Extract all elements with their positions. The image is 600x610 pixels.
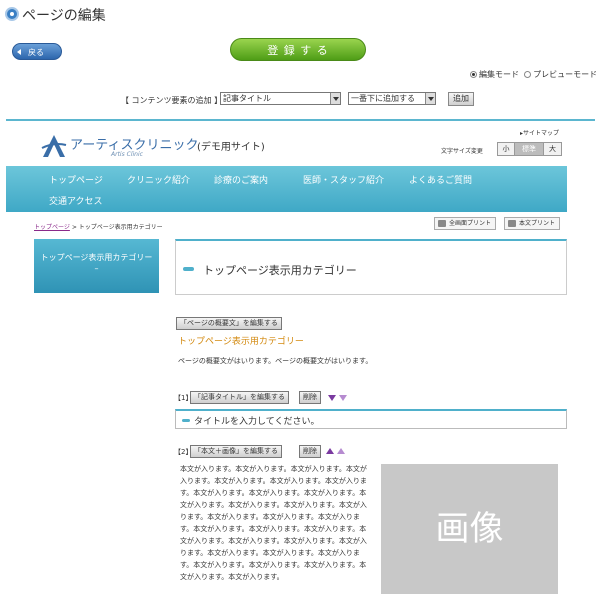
- edit-body-image-button[interactable]: 「本文＋画像」を編集する: [190, 445, 282, 458]
- move-down-outline-icon[interactable]: [339, 395, 347, 401]
- clinic-logo-icon: [41, 135, 67, 157]
- print-all-button[interactable]: 全画面プリント: [434, 217, 497, 230]
- heading-marker: [182, 419, 190, 422]
- nav-item-faq[interactable]: よくあるご質問: [409, 173, 472, 186]
- category-heading: トップページ表示用カテゴリー: [203, 264, 357, 277]
- sitemap-link[interactable]: ▸サイトマップ: [520, 128, 559, 137]
- clinic-name-sub: Artis Clinic: [111, 151, 143, 158]
- chevron-down-icon: [425, 93, 435, 104]
- article-title-box: タイトルを入力してください。: [175, 409, 567, 429]
- image-placeholder: 画像: [381, 464, 558, 594]
- site-nav: トップページ クリニック紹介 診療のご案内 医師・スタッフ紹介 よくあるご質問 …: [6, 166, 567, 212]
- print-body-button[interactable]: 本文プリント: [504, 217, 561, 230]
- font-size-label: 文字サイズ変更: [441, 148, 483, 155]
- summary-title: トップページ表示用カテゴリー: [178, 337, 304, 347]
- delete-button[interactable]: 削除: [299, 391, 321, 404]
- font-size-standard-button[interactable]: 標準: [514, 142, 544, 156]
- article-title: タイトルを入力してください。: [194, 417, 320, 427]
- move-up-outline-icon[interactable]: [337, 448, 345, 454]
- heading-marker: [183, 267, 194, 271]
- delete-button[interactable]: 削除: [299, 445, 321, 458]
- page-edit-icon: [5, 7, 19, 21]
- page-header: ページの編集: [0, 0, 600, 30]
- add-button[interactable]: 追加: [448, 92, 474, 106]
- font-size-large-button[interactable]: 大: [543, 142, 562, 156]
- demo-site-label: (デモ用サイト): [197, 142, 265, 153]
- page-title: ページの編集: [22, 8, 106, 24]
- nav-item-treatment[interactable]: 診療のご案内: [214, 173, 268, 186]
- radio-selected-icon[interactable]: [470, 71, 477, 78]
- move-up-icon[interactable]: [326, 448, 334, 454]
- mode-switch: 編集モード プレビューモード: [470, 69, 597, 80]
- chevron-down-icon: [330, 93, 340, 104]
- breadcrumb-home-link[interactable]: トップページ: [34, 224, 70, 231]
- content-type-select[interactable]: 記事タイトル: [220, 92, 341, 105]
- sidebar-category[interactable]: トップページ表示用カテゴリー –: [34, 239, 159, 293]
- breadcrumb-current: > トップページ表示用カテゴリー: [71, 224, 163, 231]
- register-button[interactable]: 登 録 す る: [230, 38, 366, 61]
- nav-item-clinic[interactable]: クリニック紹介: [127, 173, 190, 186]
- printer-icon: [508, 220, 516, 227]
- breadcrumb: トップページ > トップページ表示用カテゴリー: [34, 222, 163, 231]
- body-text: 本文が入ります。本文が入ります。本文が入ります。本文が入ります。本文が入ります。…: [180, 465, 367, 581]
- move-down-icon[interactable]: [328, 395, 336, 401]
- nav-item-staff[interactable]: 医師・スタッフ紹介: [303, 173, 384, 186]
- back-button[interactable]: 戻る: [12, 43, 62, 60]
- insert-position-select[interactable]: 一番下に追加する: [348, 92, 436, 105]
- back-button-label: 戻る: [28, 48, 44, 57]
- edit-mode-option[interactable]: 編集モード: [470, 70, 519, 79]
- radio-icon[interactable]: [524, 71, 532, 78]
- category-heading-box: トップページ表示用カテゴリー: [175, 239, 567, 295]
- font-size-small-button[interactable]: 小: [497, 142, 515, 156]
- summary-text: ページの概要文がはいります。ページの概要文がはいります。: [178, 357, 373, 365]
- add-content-label: 【 コンテンツ要素の追加 】: [121, 96, 223, 105]
- printer-icon: [438, 220, 446, 227]
- edit-title-button[interactable]: 「記事タイトル」を編集する: [190, 391, 289, 404]
- site-frame-top: [6, 119, 595, 121]
- nav-item-access[interactable]: 交通アクセス: [49, 194, 103, 207]
- nav-item-top[interactable]: トップページ: [49, 173, 103, 186]
- preview-mode-option[interactable]: プレビューモード: [524, 70, 597, 79]
- edit-summary-button[interactable]: 「ページの概要文」を編集する: [176, 317, 282, 330]
- arrow-left-icon: [17, 49, 21, 55]
